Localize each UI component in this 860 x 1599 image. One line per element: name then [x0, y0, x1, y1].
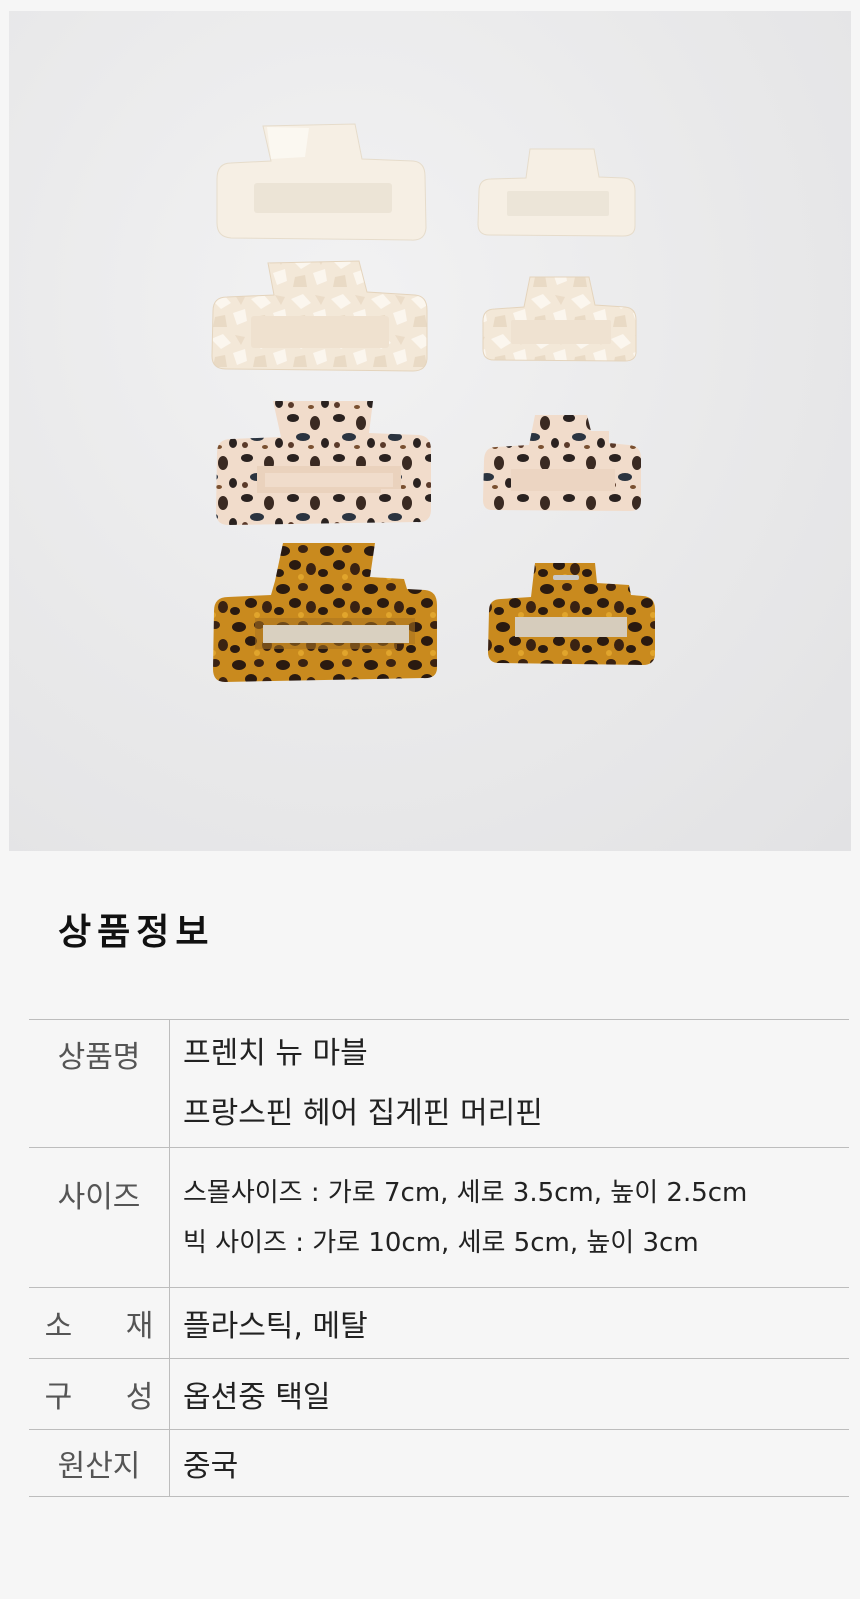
clip-cream-small	[477, 148, 636, 237]
product-info-table: 상품명 프렌치 뉴 마블 프랑스핀 헤어 집게핀 머리핀 사이즈 스몰사이즈 :…	[29, 1019, 849, 1497]
hair-claw-clips-illustration	[211, 123, 655, 682]
value-line: 스몰사이즈 : 가로 7cm, 세로 3.5cm, 높이 2.5cm	[183, 1177, 748, 1208]
value-line: 중국	[183, 1449, 239, 1484]
row-value-origin: 중국	[169, 1429, 849, 1497]
row-value-product-name: 프렌치 뉴 마블 프랑스핀 헤어 집게핀 머리핀	[169, 1019, 849, 1148]
row-label-composition: 구 성	[29, 1358, 170, 1430]
value-line: 프렌치 뉴 마블	[183, 1035, 368, 1071]
label-text: 소 재	[44, 1309, 176, 1344]
clip-blonde-tortoise-large	[216, 401, 431, 525]
row-value-composition: 옵션중 택일	[169, 1358, 849, 1430]
value-line: 플라스틱, 메탈	[183, 1309, 368, 1344]
table-row: 상품명 프렌치 뉴 마블 프랑스핀 헤어 집게핀 머리핀	[29, 1019, 849, 1148]
row-label-size: 사이즈	[29, 1147, 170, 1288]
value-line: 빅 사이즈 : 가로 10cm, 세로 5cm, 높이 3cm	[183, 1227, 699, 1258]
value-line: 옵션중 택일	[183, 1380, 331, 1415]
row-value-size: 스몰사이즈 : 가로 7cm, 세로 3.5cm, 높이 2.5cm 빅 사이즈…	[169, 1147, 849, 1288]
clip-blonde-tortoise-small	[483, 415, 641, 511]
row-label-material: 소 재	[29, 1287, 170, 1359]
label-text: 구 성	[44, 1380, 176, 1415]
table-row: 사이즈 스몰사이즈 : 가로 7cm, 세로 3.5cm, 높이 2.5cm 빅…	[29, 1147, 849, 1288]
clip-cream-large	[216, 123, 427, 241]
row-label-product-name: 상품명	[29, 1019, 170, 1148]
clip-amber-tortoise-small	[488, 563, 655, 665]
clip-amber-tortoise-large	[213, 543, 437, 682]
section-title: 상품정보	[58, 912, 215, 953]
table-row: 소 재 플라스틱, 메탈	[29, 1287, 849, 1359]
row-label-origin: 원산지	[29, 1429, 170, 1497]
value-line: 프랑스핀 헤어 집게핀 머리핀	[183, 1095, 543, 1131]
clip-marble-large	[211, 260, 428, 372]
clip-marble-small	[482, 276, 637, 362]
table-row: 원산지 중국	[29, 1429, 849, 1497]
row-value-material: 플라스틱, 메탈	[169, 1287, 849, 1359]
product-photo	[9, 11, 851, 851]
table-row: 구 성 옵션중 택일	[29, 1358, 849, 1430]
